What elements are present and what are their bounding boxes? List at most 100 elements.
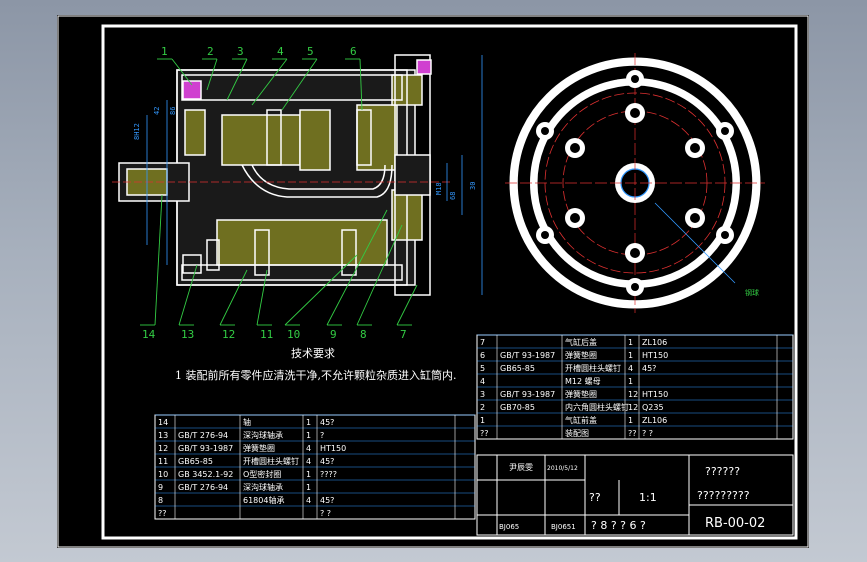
table-cell: 12 — [628, 403, 638, 412]
scale-value: 1:1 — [639, 491, 657, 504]
leader-11: 11 — [260, 328, 273, 341]
leader-12: 12 — [222, 328, 235, 341]
table-cell: 45? — [642, 364, 656, 373]
table-cell: 6 — [480, 351, 485, 360]
table-cell: 3 — [480, 390, 485, 399]
tech-note: 1 装配前所有零件应清洗干净,不允许颗粒杂质进入缸筒内. — [175, 368, 457, 382]
table-cell: 2 — [480, 403, 485, 412]
drawing-number: RB-00-02 — [705, 516, 765, 531]
table-cell: 弹簧垫圈 — [565, 389, 597, 399]
scale-label: ?? — [589, 491, 601, 504]
table-cell: 12 — [158, 444, 168, 453]
name-line-2: ????????? — [697, 489, 750, 502]
table-cell: 1 — [628, 338, 633, 347]
dim-4: M18 — [435, 182, 443, 195]
leader-10: 10 — [287, 328, 300, 341]
table-cell: 1 — [628, 351, 633, 360]
dim-3: 86 — [169, 107, 177, 115]
table-cell: 内六角圆柱头螺钉 — [565, 402, 629, 412]
table-cell: HT150 — [642, 390, 668, 399]
table-cell: 4 — [306, 444, 311, 453]
dim-5: 68 — [449, 192, 457, 200]
table-cell: M12 螺母 — [565, 376, 601, 386]
sheet-info: ? 8 ? ? 6 ? — [591, 519, 646, 532]
table-cell: 开槽圆柱头螺钉 — [565, 363, 621, 373]
table-cell: 1 — [306, 431, 311, 440]
name-line-1: ?????? — [705, 465, 740, 478]
table-cell: GB 3452.1-92 — [178, 470, 233, 479]
table-cell: ?? — [158, 509, 167, 518]
table-cell: 4 — [480, 377, 485, 386]
dim-2: 42 — [153, 107, 161, 115]
dim-1: 8H12 — [133, 123, 141, 140]
table-cell: 深沟球轴承 — [243, 482, 283, 492]
table-cell: 1 — [306, 418, 311, 427]
table-cell: 4 — [306, 496, 311, 505]
table-cell: 1 — [628, 377, 633, 386]
table-cell: ZL106 — [642, 416, 667, 425]
table-cell: 61804轴承 — [243, 495, 284, 505]
table-cell: 弹簧垫圈 — [243, 443, 275, 453]
table-cell: ?? — [628, 429, 637, 438]
table-cell: 深沟球轴承 — [243, 430, 283, 440]
leader-14: 14 — [142, 328, 156, 341]
class-code-1: BJ065 — [499, 523, 519, 531]
table-cell: 气缸前盖 — [565, 415, 597, 425]
table-cell: O型密封圈 — [243, 469, 281, 479]
table-cell: 13 — [158, 431, 168, 440]
drawing-sheet: 1 2 3 4 5 6 7 8 9 10 11 12 13 14 8H12 42… — [57, 15, 809, 548]
leader-2: 2 — [207, 45, 214, 58]
table-cell: HT150 — [320, 444, 346, 453]
table-cell: ? ? — [642, 429, 653, 438]
table-cell: Q235 — [642, 403, 664, 412]
table-cell: ? — [320, 431, 324, 440]
table-cell: 4 — [628, 364, 633, 373]
design-date: 2010/5/12 — [547, 465, 578, 472]
title-block-text: 尹辰雯 2010/5/12 BJ065 BJ0651 ?? 1:1 ? 8 ? … — [499, 463, 765, 532]
table-cell: HT150 — [642, 351, 668, 360]
table-cell: 1 — [306, 483, 311, 492]
table-cell: 7 — [480, 338, 485, 347]
table-cell: 弹簧垫圈 — [565, 350, 597, 360]
table-cell: GB/T 276-94 — [178, 431, 228, 440]
table-cell: 8 — [158, 496, 163, 505]
table-cell: 45? — [320, 457, 334, 466]
end-view: 钢球 — [505, 53, 765, 313]
table-cell: 轴 — [243, 417, 251, 427]
leader-8: 8 — [360, 328, 367, 341]
table-cell: GB/T 276-94 — [178, 483, 228, 492]
designer-name: 尹辰雯 — [509, 463, 533, 472]
table-cell: GB/T 93-1987 — [178, 444, 233, 453]
table-cell: 装配图 — [565, 428, 589, 438]
leader-4: 4 — [277, 45, 284, 58]
table-cell: ???? — [320, 470, 337, 479]
table-cell: 14 — [158, 418, 168, 427]
cad-viewport[interactable]: 1 2 3 4 5 6 7 8 9 10 11 12 13 14 8H12 42… — [57, 15, 809, 548]
table-cell: 45? — [320, 496, 334, 505]
table-cell: 45? — [320, 418, 334, 427]
leader-1: 1 — [161, 45, 168, 58]
table-cell: 9 — [158, 483, 163, 492]
leader-6: 6 — [350, 45, 357, 58]
table-cell: 开槽圆柱头螺钉 — [243, 456, 299, 466]
table-cell: GB65-85 — [500, 364, 535, 373]
tech-title: 技术要求 — [291, 347, 335, 360]
end-view-label: 钢球 — [745, 288, 759, 297]
table-cell: ZL106 — [642, 338, 667, 347]
table-cell: 12 — [628, 390, 638, 399]
table-cell: GB/T 93-1987 — [500, 390, 555, 399]
table-cell: ? ? — [320, 509, 331, 518]
leader-3: 3 — [237, 45, 244, 58]
table-cell: 1 — [480, 416, 485, 425]
section-view — [118, 54, 432, 296]
table-cell: 气缸后盖 — [565, 337, 597, 347]
leader-7: 7 — [400, 328, 407, 341]
table-cell: 10 — [158, 470, 168, 479]
table-cell: 11 — [158, 457, 168, 466]
bom-table-right: 7 气缸后盖 1 ZL106 6 GB/T 93-1987 弹簧垫圈 1 HT150 5 GB65-… — [476, 334, 794, 440]
table-cell: GB/T 93-1987 — [500, 351, 555, 360]
table-cell: ?? — [480, 429, 489, 438]
leader-9: 9 — [330, 328, 337, 341]
leader-13: 13 — [181, 328, 194, 341]
table-cell: 1 — [306, 470, 311, 479]
